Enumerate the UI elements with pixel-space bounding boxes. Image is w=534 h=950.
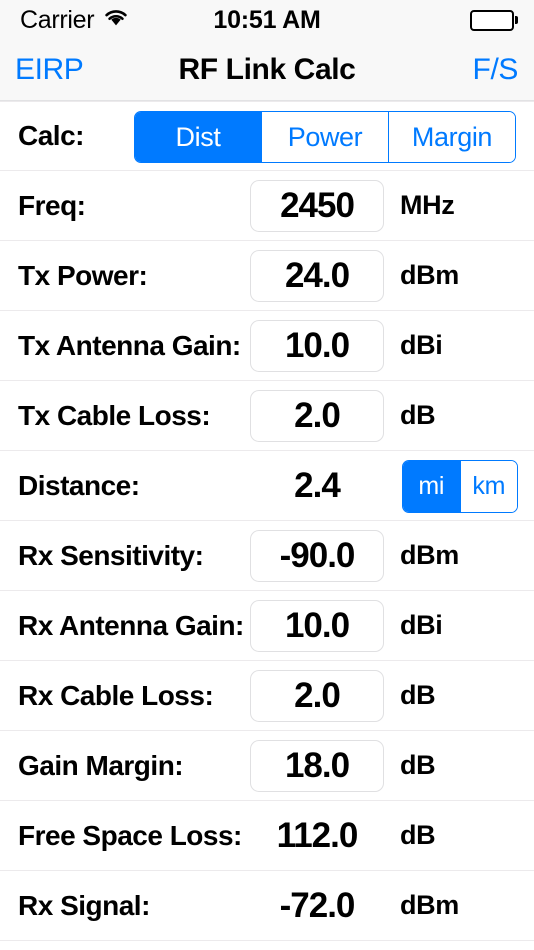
rx-sensitivity-input[interactable]: -90.0 xyxy=(250,529,384,582)
freq-input[interactable]: 2450 xyxy=(250,179,384,232)
table-row-rx-cable-loss: Rx Cable Loss: 2.0 dB xyxy=(0,661,534,731)
rx-cable-loss-label: Rx Cable Loss: xyxy=(18,679,214,711)
free-space-loss-unit: dB xyxy=(400,820,436,850)
battery-full-icon xyxy=(469,9,514,31)
gain-margin-unit: dB xyxy=(400,750,436,780)
tx-antenna-gain-value: 10.0 xyxy=(284,325,350,365)
gain-margin-label: Gain Margin: xyxy=(18,749,184,781)
status-bar: Carrier 10:51 AM xyxy=(0,0,534,40)
tx-power-unit: dBm xyxy=(400,260,459,290)
distance-unit-segmented-control[interactable]: mi km xyxy=(402,460,518,513)
rx-antenna-gain-unit: dBi xyxy=(400,610,443,640)
segment-mi[interactable]: mi xyxy=(403,461,461,512)
tx-cable-loss-label: Tx Cable Loss: xyxy=(18,399,211,431)
rx-sensitivity-value: -90.0 xyxy=(279,535,356,575)
rx-antenna-gain-label: Rx Antenna Gain: xyxy=(18,609,244,641)
tx-antenna-gain-label: Tx Antenna Gain: xyxy=(18,329,241,361)
table-row-rx-sensitivity: Rx Sensitivity: -90.0 dBm xyxy=(0,521,534,591)
tx-power-label: Tx Power: xyxy=(18,259,148,291)
rx-signal-label: Rx Signal: xyxy=(18,889,150,921)
table-row-calc-mode: Calc: Dist Power Margin xyxy=(0,101,534,171)
gain-margin-value: 18.0 xyxy=(284,745,350,785)
free-space-loss-readout: 112.0 xyxy=(250,810,384,862)
app-root: Carrier 10:51 AM EIRP RF Link Calc F/S C… xyxy=(0,0,534,950)
rx-sensitivity-unit: dBm xyxy=(400,540,459,570)
table-row-free-space-loss: Free Space Loss: 112.0 dB xyxy=(0,801,534,871)
segment-km[interactable]: km xyxy=(460,461,517,512)
tx-cable-loss-unit: dB xyxy=(400,400,436,430)
fs-button[interactable]: F/S xyxy=(473,53,519,87)
calculator-table: Calc: Dist Power Margin Freq: 2450 MHz T… xyxy=(0,101,534,941)
segment-power[interactable]: Power xyxy=(262,112,389,162)
calc-mode-label: Calc: xyxy=(18,120,84,151)
table-row-distance: Distance: 2.4 mi km xyxy=(0,451,534,521)
table-row-gain-margin: Gain Margin: 18.0 dB xyxy=(0,731,534,801)
freq-value: 2450 xyxy=(280,185,355,225)
rx-signal-value: -72.0 xyxy=(279,885,356,925)
freq-label: Freq: xyxy=(18,189,86,221)
table-row-tx-power: Tx Power: 24.0 dBm xyxy=(0,241,534,311)
rx-antenna-gain-value: 10.0 xyxy=(284,605,350,645)
free-space-loss-label: Free Space Loss: xyxy=(18,819,242,851)
freq-unit: MHz xyxy=(400,190,455,220)
rx-antenna-gain-input[interactable]: 10.0 xyxy=(250,599,384,652)
tx-power-input[interactable]: 24.0 xyxy=(250,249,384,302)
tx-cable-loss-input[interactable]: 2.0 xyxy=(250,389,384,442)
status-bar-time: 10:51 AM xyxy=(213,5,321,34)
tx-antenna-gain-input[interactable]: 10.0 xyxy=(250,319,384,372)
rx-cable-loss-value: 2.0 xyxy=(294,675,341,715)
distance-value: 2.4 xyxy=(294,465,341,505)
tx-power-value: 24.0 xyxy=(284,255,350,295)
rx-signal-readout: -72.0 xyxy=(250,880,384,932)
table-row-freq: Freq: 2450 MHz xyxy=(0,171,534,241)
calc-mode-segmented-control[interactable]: Dist Power Margin xyxy=(134,111,516,163)
rx-cable-loss-input[interactable]: 2.0 xyxy=(250,669,384,722)
gain-margin-input[interactable]: 18.0 xyxy=(250,739,384,792)
tx-antenna-gain-unit: dBi xyxy=(400,330,443,360)
status-bar-right xyxy=(469,9,518,31)
rx-signal-unit: dBm xyxy=(400,890,459,920)
free-space-loss-value: 112.0 xyxy=(276,815,359,855)
distance-label: Distance: xyxy=(18,469,140,501)
navigation-bar: EIRP RF Link Calc F/S xyxy=(0,40,534,101)
table-row-rx-signal: Rx Signal: -72.0 dBm xyxy=(0,871,534,941)
segment-margin[interactable]: Margin xyxy=(389,112,515,162)
rx-cable-loss-unit: dB xyxy=(400,680,436,710)
table-row-tx-antenna-gain: Tx Antenna Gain: 10.0 dBi xyxy=(0,311,534,381)
table-row-tx-cable-loss: Tx Cable Loss: 2.0 dB xyxy=(0,381,534,451)
battery-tip-icon xyxy=(515,16,518,24)
distance-readout: 2.4 xyxy=(250,460,384,512)
tx-cable-loss-value: 2.0 xyxy=(294,395,341,435)
table-row-rx-antenna-gain: Rx Antenna Gain: 10.0 dBi xyxy=(0,591,534,661)
segment-dist[interactable]: Dist xyxy=(135,112,262,162)
page-title: RF Link Calc xyxy=(178,53,356,86)
rx-sensitivity-label: Rx Sensitivity: xyxy=(18,539,204,571)
